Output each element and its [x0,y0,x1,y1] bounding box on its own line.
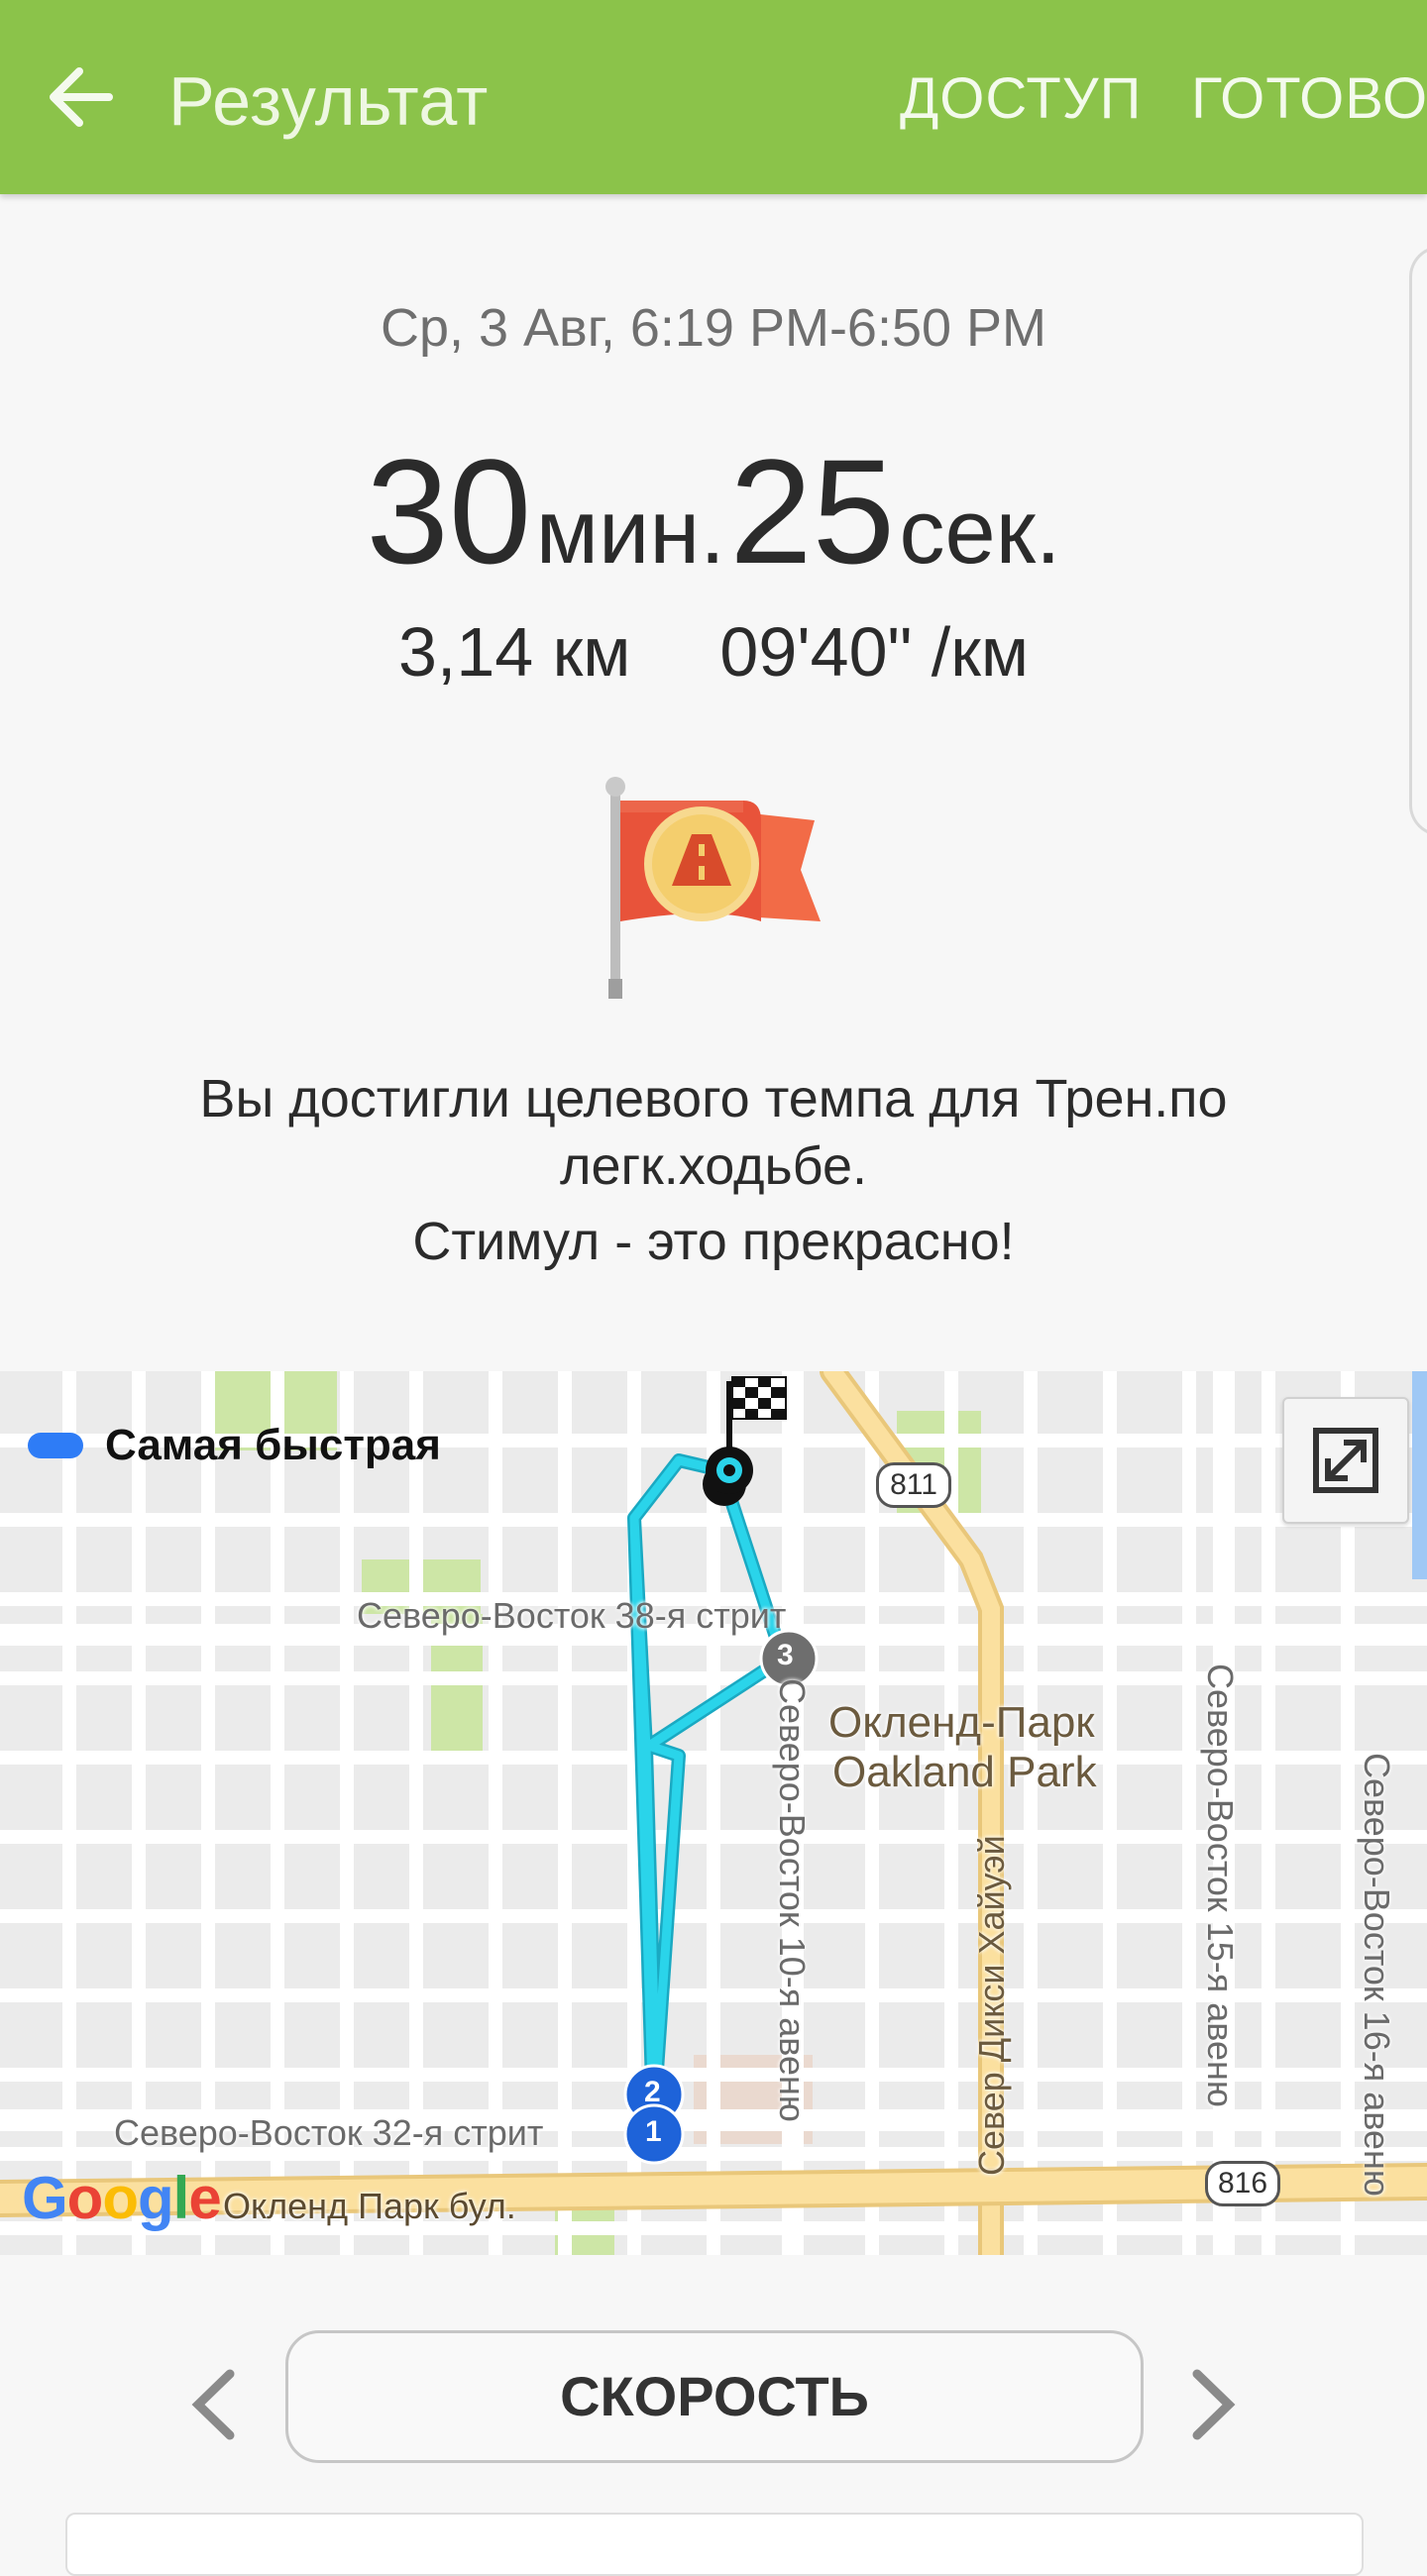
workout-duration: 30 мин. 25 сек. [0,426,1427,597]
arrow-left-icon [50,67,113,127]
google-letter: o [102,2165,139,2231]
duration-seconds: 25 [729,428,896,594]
duration-seconds-unit: сек. [899,482,1061,583]
next-chart-button[interactable] [1179,2360,1249,2449]
area-label-ru: Окленд-Парк [828,1698,1095,1747]
legend-label: Самая быстрая [105,1421,441,1469]
google-letter: l [172,2165,190,2231]
street-label-10th-ave: Северо-Восток 10-я авеню [772,1678,813,2122]
street-label-16th-ave: Северо-Восток 16-я авеню [1357,1753,1397,2197]
lap-marker-2: 2 [644,2076,661,2108]
done-button[interactable]: ГОТОВО [1191,65,1427,132]
expand-map-button[interactable] [1282,1397,1409,1524]
street-label-32nd: Северо-Восток 32-я стрит [114,2112,544,2153]
duration-minutes-unit: мин. [535,482,725,583]
expand-icon [1313,1428,1378,1493]
chevron-left-icon [191,2369,235,2440]
achievement-text: Вы достигли целевого темпа для Трен.по л… [199,1069,1228,1196]
street-label-38th: Северо-Восток 38-я стрит [357,1595,787,1636]
page-title: Результат [168,62,489,140]
back-button[interactable] [40,57,125,137]
pace-value: 09'40" /км [719,613,1030,691]
app-bar: Результат ДОСТУП ГОТОВО [0,0,1427,194]
google-letter: e [188,2165,221,2231]
duration-minutes: 30 [366,428,532,594]
route-816-shield: 816 [1205,2161,1280,2206]
google-letter: G [22,2165,68,2231]
street-label-dixie-hwy: Север Дикси Хайуэй [971,1835,1012,2176]
legend-swatch [28,1433,83,1458]
chart-card [65,2513,1364,2576]
workout-stats: 3,14 км 09'40" /км [0,612,1427,692]
route-map[interactable]: 3 2 1 811 816 Северо-Восток 38-я стрит С… [0,1371,1427,2255]
previous-chart-button[interactable] [178,2360,248,2449]
chevron-right-icon [1192,2369,1236,2440]
google-logo: Google [22,2164,222,2232]
lap-marker-1: 1 [645,2115,662,2148]
distance-value: 3,14 км [397,613,631,691]
achievement-message: Вы достигли целевого темпа для Трен.по л… [119,1065,1308,1275]
street-label-15th-ave: Северо-Восток 15-я авеню [1200,1664,1241,2107]
street-label-blvd: Окленд Парк бул. [223,2186,516,2226]
achievement-encouragement: Стимул - это прекрасно! [412,1212,1015,1271]
lap-marker-3: 3 [777,1639,794,1671]
route-811-shield: 811 [876,1462,951,1508]
chart-mode-button[interactable]: СКОРОСТЬ [285,2330,1144,2463]
area-label-en: Oakland Park [832,1748,1097,1796]
google-letter: o [66,2165,104,2231]
share-button[interactable]: ДОСТУП [900,65,1142,132]
google-letter: g [137,2165,174,2231]
pace-target-flag-icon [595,773,832,1001]
workout-date-range: Ср, 3 Авг, 6:19 PM-6:50 PM [380,298,1047,358]
route-legend: Самая быстрая [28,1421,441,1470]
